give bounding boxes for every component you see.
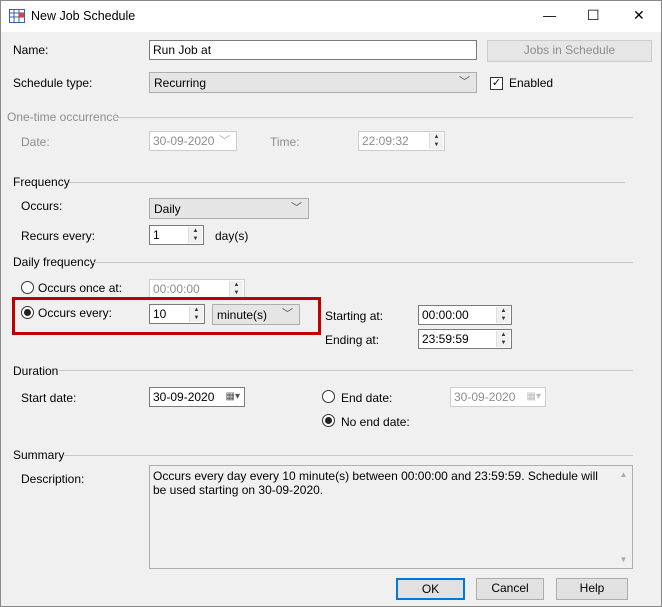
date-label: Date: [21, 135, 50, 149]
one-time-date-picker[interactable]: 30-09-2020 ﹀ [149, 131, 237, 151]
schedule-type-value: Recurring [154, 76, 207, 90]
occurs-every-value: 10 [153, 307, 167, 321]
one-time-date-value: 30-09-2020 [153, 134, 215, 148]
calendar-dropdown-icon[interactable]: ▦▾ [226, 390, 240, 404]
recurs-unit-label: day(s) [215, 229, 249, 243]
occurs-select[interactable]: Daily ﹀ [149, 198, 309, 219]
help-button[interactable]: Help [556, 578, 628, 600]
recurs-every-value: 1 [153, 228, 160, 242]
occurs-every-radio[interactable] [21, 306, 34, 319]
frequency-group-label: Frequency [13, 175, 70, 189]
spinner-icon[interactable]: ▲ ▼ [429, 133, 443, 149]
occurs-label: Occurs: [21, 199, 63, 213]
name-label: Name: [13, 43, 49, 57]
recurs-every-label: Recurs every: [21, 229, 96, 243]
ending-at-label: Ending at: [325, 333, 380, 347]
end-date-radio[interactable] [322, 390, 335, 403]
description-textarea[interactable]: Occurs every day every 10 minute(s) betw… [149, 465, 633, 569]
divider [113, 117, 633, 118]
occurs-once-time-input[interactable]: 00:00:00 ▲ ▼ [149, 279, 245, 299]
occurs-once-time-value: 00:00:00 [153, 282, 200, 296]
end-date-value: 30-09-2020 [454, 390, 516, 404]
cancel-button[interactable]: Cancel [476, 578, 544, 600]
no-end-date-radio[interactable] [322, 414, 335, 427]
calendar-grid-icon [9, 9, 25, 23]
title-bar: New Job Schedule — ☐ ✕ [1, 1, 661, 32]
divider [63, 455, 633, 456]
occurs-once-label: Occurs once at: [38, 281, 123, 295]
description-label: Description: [21, 472, 85, 486]
duration-group-label: Duration [13, 364, 59, 378]
summary-group-label: Summary [13, 448, 65, 462]
one-time-time-input[interactable]: 22:09:32 ▲ ▼ [358, 131, 445, 151]
ending-at-input[interactable]: 23:59:59 ▲ ▼ [418, 329, 512, 349]
minimize-button[interactable]: — [543, 8, 556, 23]
end-date-picker[interactable]: 30-09-2020 ▦▾ [450, 387, 546, 407]
no-end-date-label: No end date: [341, 415, 410, 429]
spinner-icon[interactable]: ▲ ▼ [496, 331, 510, 347]
name-input[interactable]: Run Job at [149, 40, 477, 60]
spinner-icon[interactable]: ▲ ▼ [188, 227, 202, 243]
one-time-time-value: 22:09:32 [362, 134, 409, 148]
ok-button[interactable]: OK [396, 578, 465, 600]
starting-at-input[interactable]: 00:00:00 ▲ ▼ [418, 305, 512, 325]
time-label: Time: [270, 135, 300, 149]
close-button[interactable]: ✕ [633, 7, 645, 24]
occurs-every-label: Occurs every: [38, 306, 113, 320]
new-job-schedule-dialog: New Job Schedule — ☐ ✕ Name: Run Job at … [0, 0, 662, 607]
window-title: New Job Schedule [31, 9, 136, 23]
divider [69, 182, 625, 183]
start-date-picker[interactable]: 30-09-2020 ▦▾ [149, 387, 245, 407]
occurs-every-spinner[interactable]: 10 ▲ ▼ [149, 304, 205, 324]
description-text: Occurs every day every 10 minute(s) betw… [153, 469, 598, 497]
ending-at-value: 23:59:59 [422, 332, 469, 346]
occurs-every-unit-value: minute(s) [217, 308, 268, 322]
calendar-dropdown-icon[interactable]: ▦▾ [527, 390, 541, 404]
daily-frequency-group-label: Daily frequency [13, 255, 96, 269]
occurs-once-radio[interactable] [21, 281, 34, 294]
divider [93, 262, 633, 263]
occurs-value: Daily [154, 202, 181, 216]
start-date-label: Start date: [21, 391, 77, 405]
start-date-value: 30-09-2020 [153, 390, 215, 404]
spinner-icon[interactable]: ▲ ▼ [229, 281, 243, 297]
maximize-button[interactable]: ☐ [587, 7, 600, 24]
chevron-down-icon: ﹀ [219, 135, 230, 147]
recurs-every-spinner[interactable]: 1 ▲ ▼ [149, 225, 204, 245]
jobs-in-schedule-button[interactable]: Jobs in Schedule [487, 40, 652, 62]
occurs-every-unit-select[interactable]: minute(s) ﹀ [212, 304, 300, 325]
schedule-type-label: Schedule type: [13, 76, 93, 90]
starting-at-label: Starting at: [325, 309, 384, 323]
one-time-group-label: One-time occurrence [7, 110, 120, 124]
end-date-label: End date: [341, 391, 393, 405]
enabled-label: Enabled [509, 76, 554, 90]
enabled-checkbox[interactable]: ✓ [490, 77, 503, 90]
chevron-down-icon: ﹀ [459, 76, 470, 88]
scrollbar[interactable]: ▲ ▼ [615, 466, 632, 568]
spinner-icon[interactable]: ▲ ▼ [496, 307, 510, 323]
starting-at-value: 00:00:00 [422, 308, 469, 322]
chevron-down-icon: ﹀ [291, 202, 302, 214]
divider [59, 370, 633, 371]
chevron-down-icon: ﹀ [282, 308, 293, 320]
spinner-icon[interactable]: ▲ ▼ [189, 306, 203, 322]
schedule-type-select[interactable]: Recurring ﹀ [149, 72, 477, 93]
